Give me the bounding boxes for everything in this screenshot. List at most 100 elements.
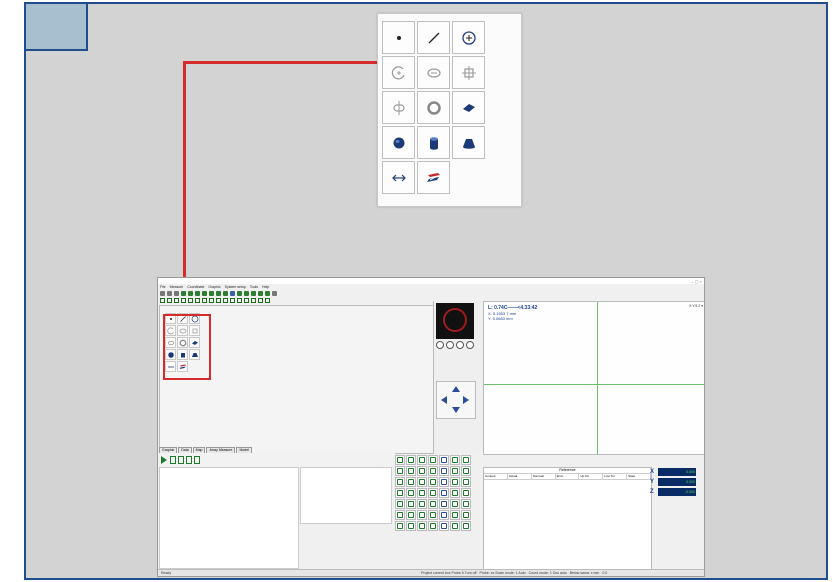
- camera-icon[interactable]: [265, 291, 270, 296]
- light-ring-icon[interactable]: [436, 341, 444, 349]
- construct-tool-21[interactable]: [461, 477, 471, 487]
- menu-system-setup[interactable]: System setup: [225, 285, 246, 289]
- light-icon[interactable]: [244, 291, 249, 296]
- menu-help[interactable]: Help: [262, 285, 269, 289]
- program-list[interactable]: [159, 467, 299, 569]
- ring-button[interactable]: [417, 91, 450, 124]
- tool-a-icon[interactable]: [160, 298, 165, 303]
- settings-icon[interactable]: [230, 291, 235, 296]
- construct-tool-17[interactable]: [417, 477, 427, 487]
- select-icon[interactable]: [209, 291, 214, 296]
- column-nominal[interactable]: Nominal: [532, 474, 556, 479]
- stop-icon[interactable]: [186, 456, 192, 464]
- construct-tool-25[interactable]: [428, 488, 438, 498]
- construct-tool-22[interactable]: [395, 488, 405, 498]
- light-bottom-icon[interactable]: [456, 341, 464, 349]
- construct-tool-27[interactable]: [450, 488, 460, 498]
- tool-l-icon[interactable]: [237, 298, 242, 303]
- tool-i-icon[interactable]: [216, 298, 221, 303]
- construct-tool-20[interactable]: [450, 477, 460, 487]
- tool-d-icon[interactable]: [181, 298, 186, 303]
- probe-icon[interactable]: [251, 291, 256, 296]
- construct-tool-12[interactable]: [439, 466, 449, 476]
- light-coax-icon[interactable]: [446, 341, 454, 349]
- window-controls[interactable]: – ▢ ×: [691, 279, 704, 284]
- circle-button[interactable]: [452, 21, 485, 54]
- tool-o-icon[interactable]: [258, 298, 263, 303]
- right-arrow-icon[interactable]: [463, 396, 469, 404]
- tool-f-icon[interactable]: [195, 298, 200, 303]
- pause-icon[interactable]: [170, 456, 176, 464]
- construct-tool-7[interactable]: [461, 455, 471, 465]
- tool-m-icon[interactable]: [244, 298, 249, 303]
- play-icon[interactable]: [161, 456, 167, 464]
- light-top-icon[interactable]: [466, 341, 474, 349]
- line-button[interactable]: [417, 21, 450, 54]
- distance-button[interactable]: [382, 161, 415, 194]
- construct-tool-34[interactable]: [450, 499, 460, 509]
- ellipse-button[interactable]: [417, 56, 450, 89]
- construct-tool-43[interactable]: [395, 521, 405, 531]
- move-icon[interactable]: [181, 291, 186, 296]
- construct-tool-2[interactable]: [406, 455, 416, 465]
- construct-tool-19[interactable]: [439, 477, 449, 487]
- grid-icon[interactable]: [237, 291, 242, 296]
- column-state[interactable]: State: [627, 474, 652, 479]
- tool-b-icon[interactable]: [167, 298, 172, 303]
- tool-c-icon[interactable]: [174, 298, 179, 303]
- up-arrow-icon[interactable]: [452, 386, 460, 392]
- construct-tool-38[interactable]: [417, 510, 427, 520]
- construct-tool-23[interactable]: [406, 488, 416, 498]
- graphic-view[interactable]: L: 0.74C——<4.33:42 X: 5.1553 7 mm Y: 5.0…: [483, 301, 704, 455]
- column-error[interactable]: Error: [556, 474, 580, 479]
- construct-tool-26[interactable]: [439, 488, 449, 498]
- construct-tool-6[interactable]: [450, 455, 460, 465]
- tool-e-icon[interactable]: [188, 298, 193, 303]
- construct-tool-32[interactable]: [428, 499, 438, 509]
- cylinder-button[interactable]: [417, 126, 450, 159]
- tool-j-icon[interactable]: [223, 298, 228, 303]
- construct-tool-35[interactable]: [461, 499, 471, 509]
- construct-tool-46[interactable]: [428, 521, 438, 531]
- construct-tool-29[interactable]: [395, 499, 405, 509]
- step-icon[interactable]: [178, 456, 184, 464]
- construct-tool-41[interactable]: [450, 510, 460, 520]
- construct-tool-10[interactable]: [417, 466, 427, 476]
- save-icon[interactable]: [174, 291, 179, 296]
- construct-tool-31[interactable]: [417, 499, 427, 509]
- arc-button[interactable]: [382, 56, 415, 89]
- construct-tool-13[interactable]: [450, 466, 460, 476]
- construct-tool-9[interactable]: [406, 466, 416, 476]
- open-icon[interactable]: [167, 291, 172, 296]
- plane-button[interactable]: [452, 91, 485, 124]
- left-arrow-icon[interactable]: [441, 396, 447, 404]
- construct-tool-40[interactable]: [439, 510, 449, 520]
- construct-tool-18[interactable]: [428, 477, 438, 487]
- tool-p-icon[interactable]: [265, 298, 270, 303]
- construct-tool-14[interactable]: [461, 466, 471, 476]
- stack-plane-button[interactable]: [417, 161, 450, 194]
- fit-icon[interactable]: [202, 291, 207, 296]
- feature-properties[interactable]: [300, 467, 392, 524]
- column-up-tol[interactable]: Up Tol: [579, 474, 604, 479]
- construct-tool-1[interactable]: [395, 455, 405, 465]
- menu-coordinate[interactable]: Coordinate: [187, 285, 204, 289]
- cone-button[interactable]: [452, 126, 485, 159]
- construct-tool-3[interactable]: [417, 455, 427, 465]
- construct-tool-48[interactable]: [450, 521, 460, 531]
- construct-tool-47[interactable]: [439, 521, 449, 531]
- column-actual[interactable]: Actual: [508, 474, 532, 479]
- construct-tool-15[interactable]: [395, 477, 405, 487]
- home-icon[interactable]: [223, 291, 228, 296]
- zoom-in-icon[interactable]: [188, 291, 193, 296]
- menu-measure[interactable]: Measure: [170, 285, 184, 289]
- new-icon[interactable]: [160, 291, 165, 296]
- construct-tool-37[interactable]: [406, 510, 416, 520]
- construct-tool-24[interactable]: [417, 488, 427, 498]
- construct-tool-28[interactable]: [461, 488, 471, 498]
- construct-tool-11[interactable]: [428, 466, 438, 476]
- column-low-tol[interactable]: Low Tol: [603, 474, 628, 479]
- construct-tool-33[interactable]: [439, 499, 449, 509]
- construct-tool-42[interactable]: [461, 510, 471, 520]
- measure-icon[interactable]: [216, 291, 221, 296]
